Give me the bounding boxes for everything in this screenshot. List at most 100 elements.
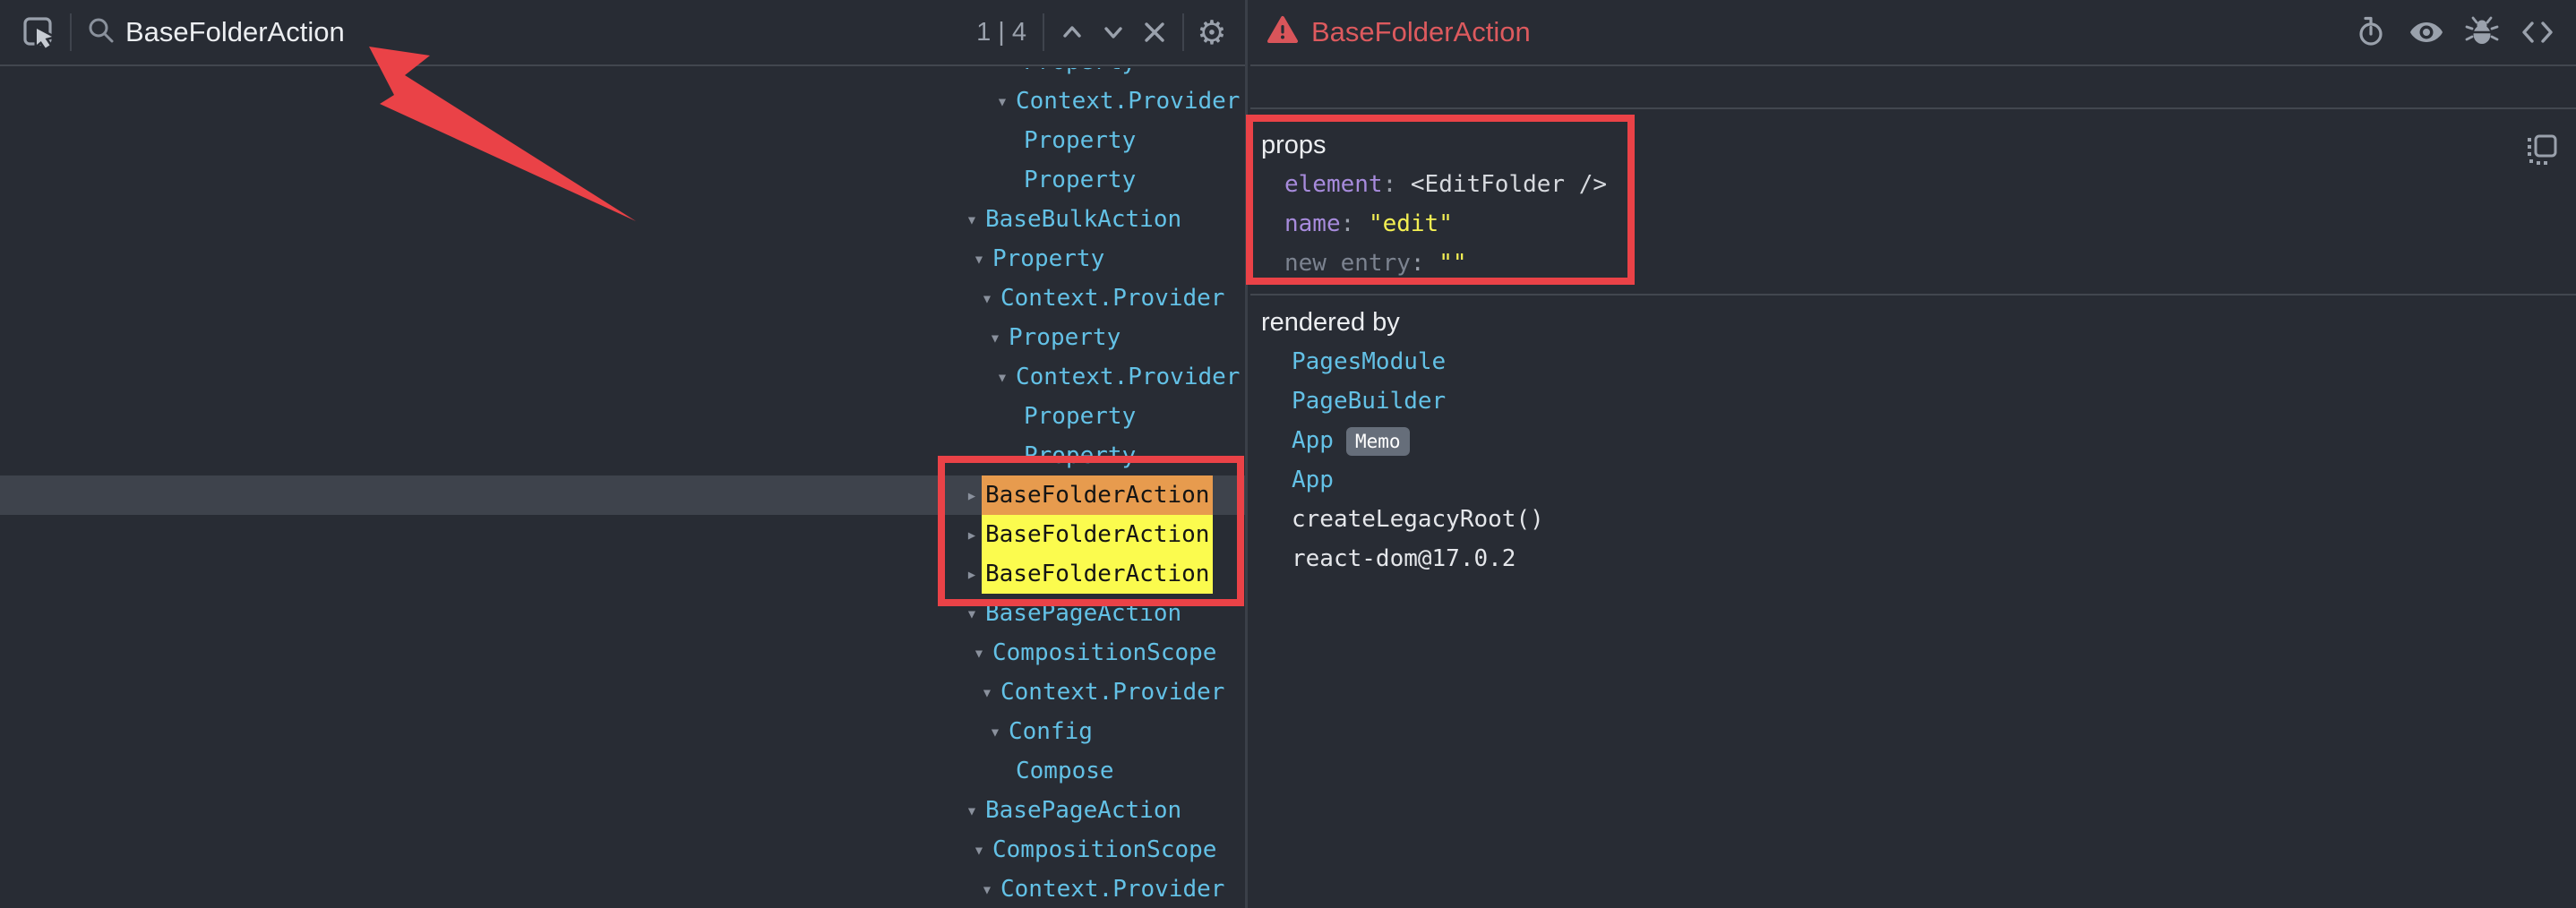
tree-row[interactable]: ▾BasePageAction [0,594,1245,633]
owner-link[interactable]: PagesModule [1292,348,1446,375]
chevron-down-icon [1098,17,1129,47]
owner-text: createLegacyRoot() [1292,506,1544,533]
clear-search-button[interactable] [1134,7,1175,57]
tree-row-label[interactable]: BaseFolderAction [982,554,1213,594]
tree-row-label[interactable]: Compose [1012,751,1118,791]
caret-down-icon[interactable]: ▾ [975,278,999,318]
search-result-count: 1 | 4 [976,18,1026,47]
tree-row-label[interactable]: Property [1020,68,1139,81]
caret-down-icon[interactable]: ▾ [983,712,1007,751]
tree-row[interactable]: ▾Config [0,712,1245,751]
inspected-element-panel: BaseFolderAction [1250,0,2576,908]
copy-props-button[interactable] [2524,133,2560,173]
tree-row[interactable]: ▾Property [0,239,1245,278]
toolbar-divider [1182,13,1184,51]
tree-row-label[interactable]: Property [1020,121,1139,160]
owner-text: react-dom@17.0.2 [1292,545,1516,572]
caret-down-icon[interactable]: ▾ [975,672,999,712]
caret-right-icon[interactable]: ▸ [960,554,983,594]
prop-colon: : [1383,171,1411,198]
tree-row-label[interactable]: Property [1020,160,1139,200]
copy-icon [2524,133,2560,168]
caret-down-icon[interactable]: ▾ [967,239,991,278]
tree-row[interactable]: ▾CompositionScope [0,830,1245,869]
tree-row-label[interactable]: CompositionScope [989,633,1220,672]
rendered-by-row: App Memo [1292,421,2565,460]
caret-down-icon[interactable]: ▾ [960,200,983,239]
search-input[interactable] [125,16,976,48]
caret-down-icon[interactable]: ▾ [991,81,1014,121]
inspect-element-button[interactable] [18,7,59,57]
tree-row-label[interactable]: Context.Provider [1012,357,1243,397]
tree-row[interactable]: ▾Property [0,318,1245,357]
memo-badge: Memo [1346,427,1410,456]
tree-row-label[interactable]: BaseFolderAction [982,515,1213,554]
inspect-element-icon [21,15,56,49]
tree-row[interactable]: ▾Context.Provider [0,81,1245,121]
tree-row[interactable]: ▾Context.Provider [0,278,1245,318]
caret-right-icon[interactable]: ▸ [960,475,983,515]
tree-row[interactable]: ▾Context.Provider [0,357,1245,397]
tree-row-label[interactable]: Config [1005,712,1096,751]
tree-row[interactable]: ▾BasePageAction [0,791,1245,830]
view-source-button[interactable] [2517,7,2558,57]
owner-link[interactable]: PageBuilder [1292,388,1446,415]
tree-row-label[interactable]: Context.Provider [1012,81,1243,121]
tree-row-label[interactable]: Property [989,239,1108,278]
tree-row[interactable]: ▾Context.Provider [0,672,1245,712]
tree-row-label[interactable]: Context.Provider [997,672,1228,712]
prop-value[interactable]: "edit" [1369,210,1453,237]
inspected-element-title: BaseFolderAction [1311,16,1531,48]
previous-match-button[interactable] [1052,7,1093,57]
tree-row-label[interactable]: BasePageAction [982,594,1185,633]
tree-row[interactable]: ▾BaseBulkAction [0,200,1245,239]
tree-row[interactable]: ▸BaseFolderAction [0,554,1245,594]
tree-row[interactable]: ▸BaseFolderAction [0,515,1245,554]
prop-key: element [1284,171,1383,198]
tree-row[interactable]: Property [0,68,1245,81]
tree-row[interactable]: Property [0,397,1245,436]
prop-value[interactable]: "" [1438,250,1466,277]
tree-row-label[interactable]: Property [1020,397,1139,436]
owner-link[interactable]: App [1292,427,1334,454]
tree-row-label[interactable]: BaseFolderAction [982,475,1213,515]
tree-row[interactable]: Compose [0,751,1245,791]
rendered-by-row: App [1292,460,2565,500]
caret-down-icon[interactable]: ▾ [991,357,1014,397]
log-to-console-button[interactable] [2461,7,2503,57]
owner-link[interactable]: App [1292,467,1334,493]
tree-row[interactable]: Property [0,436,1245,475]
props-section: props element: <EditFolder />name: "edit… [1250,107,2576,294]
tree-row[interactable]: Property [0,160,1245,200]
caret-right-icon[interactable]: ▸ [960,515,983,554]
prop-key: new entry [1284,250,1411,277]
caret-down-icon[interactable]: ▾ [960,791,983,830]
tree-row-label[interactable]: BaseBulkAction [982,200,1185,239]
next-match-button[interactable] [1093,7,1134,57]
tree-row-label[interactable]: Property [1005,318,1124,357]
settings-button[interactable]: ⚙ [1191,7,1232,57]
tree-row-label[interactable]: CompositionScope [989,830,1220,869]
caret-down-icon[interactable]: ▾ [975,869,999,908]
rendered-by-row: PagesModule [1292,342,2565,381]
prop-row: new entry: "" [1284,244,2565,283]
component-tree: Property▾Context.ProviderPropertyPropert… [0,68,1245,908]
tree-row-label[interactable]: Context.Provider [997,278,1228,318]
caret-down-icon[interactable]: ▾ [967,830,991,869]
tree-row[interactable]: Property [0,121,1245,160]
caret-down-icon[interactable]: ▾ [967,633,991,672]
tree-row-label[interactable]: BasePageAction [982,791,1185,830]
tree-row-label[interactable]: Property [1020,436,1139,475]
caret-down-icon[interactable]: ▾ [960,594,983,633]
prop-value[interactable]: <EditFolder /> [1411,171,1607,198]
tree-row[interactable]: ▸BaseFolderAction [0,475,1245,515]
prop-key: name [1284,210,1341,237]
tree-row[interactable]: ▾CompositionScope [0,633,1245,672]
inspect-dom-element-button[interactable] [2406,7,2447,57]
tree-row-label[interactable]: Context.Provider [997,869,1228,908]
prop-row: element: <EditFolder /> [1284,165,2565,204]
tree-row[interactable]: ▾Context.Provider [0,869,1245,908]
suspend-toggle-button[interactable] [2350,7,2391,57]
caret-down-icon[interactable]: ▾ [983,318,1007,357]
inspected-element-toolbar: BaseFolderAction [1250,0,2576,66]
